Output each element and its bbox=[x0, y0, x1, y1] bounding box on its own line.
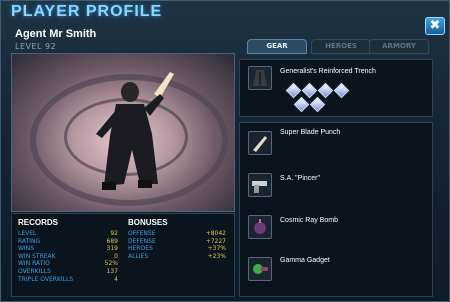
bonus-label: HEROES bbox=[128, 245, 153, 253]
bonus-row: OFFENSE +8042 bbox=[128, 230, 226, 238]
bonus-label: DEFENSE bbox=[128, 237, 156, 245]
record-row: WINS 319 bbox=[18, 245, 118, 253]
gadget-icon[interactable] bbox=[248, 257, 272, 281]
trench-coat-icon bbox=[248, 66, 272, 90]
tab-gear[interactable]: GEAR bbox=[247, 39, 307, 54]
gem-icon bbox=[301, 82, 318, 99]
record-label: WIN RATIO bbox=[18, 260, 50, 268]
bonus-value: +8042 bbox=[205, 230, 226, 237]
record-label: TRIPLE OVERKILLS bbox=[18, 275, 74, 283]
gear-item-name: Cosmic Ray Bomb bbox=[280, 217, 338, 224]
agent-figure bbox=[96, 72, 174, 190]
pistol-icon[interactable] bbox=[248, 173, 272, 197]
record-label: LEVEL bbox=[18, 230, 37, 237]
tab-armory[interactable]: ARMORY bbox=[369, 39, 429, 54]
agent-portrait bbox=[11, 53, 235, 212]
gear-list: Super Blade Punch S.A. "Pincer" Cosmic R… bbox=[239, 122, 433, 297]
record-row: WIN STREAK 0 bbox=[18, 253, 118, 261]
bonus-row: HEROES +37% bbox=[128, 245, 226, 253]
record-row: LEVEL 92 bbox=[18, 230, 118, 238]
record-label: OVERKILLS bbox=[18, 267, 51, 275]
record-value: 319 bbox=[106, 245, 118, 253]
record-value: 137 bbox=[106, 267, 118, 275]
bonuses-list: OFFENSE +8042 DEFENSE +7227 HEROES +37% ALL… bbox=[128, 230, 226, 260]
record-value: 4 bbox=[114, 275, 118, 283]
agent-level: LEVEL 92 bbox=[15, 42, 57, 51]
bonus-label: ALLIES bbox=[128, 252, 149, 260]
record-label: RATING bbox=[18, 237, 41, 245]
record-label: WIN STREAK bbox=[18, 252, 56, 260]
blade-icon[interactable] bbox=[248, 131, 272, 155]
record-row: OVERKILLS 137 bbox=[18, 268, 118, 276]
record-value: 689 bbox=[106, 237, 118, 245]
records-list: LEVEL 92 RATING 689 WINS 319 WIN STREAK 0 WI… bbox=[18, 230, 118, 283]
gem-icon bbox=[333, 82, 350, 99]
gear-item-name: Super Blade Punch bbox=[280, 129, 341, 136]
armor-name: Generalist's Reinforced Trench bbox=[280, 68, 376, 75]
bonus-row: ALLIES +23% bbox=[128, 253, 226, 261]
record-value: 92 bbox=[110, 230, 118, 237]
bonus-label: OFFENSE bbox=[128, 230, 156, 237]
bomb-icon[interactable] bbox=[248, 215, 272, 239]
stats-panel: RECORDS LEVEL 92 RATING 689 WINS 319 WIN ST… bbox=[11, 213, 235, 297]
gem-icon bbox=[309, 96, 326, 113]
profile-window: PLAYER PROFILE ✖ Agent Mr Smith LEVEL 92… bbox=[0, 0, 450, 302]
gem-icon bbox=[285, 82, 302, 99]
gem-icon bbox=[293, 96, 310, 113]
record-row: TRIPLE OVERKILLS 4 bbox=[18, 276, 118, 284]
tab-heroes[interactable]: HEROES bbox=[311, 39, 371, 54]
bonus-row: DEFENSE +7227 bbox=[128, 238, 226, 246]
page-title: PLAYER PROFILE bbox=[11, 3, 163, 20]
bonus-value: +37% bbox=[207, 245, 226, 253]
records-heading: RECORDS bbox=[18, 218, 59, 227]
gem-icon bbox=[317, 82, 334, 99]
bonus-value: +23% bbox=[207, 252, 226, 260]
record-value: 52% bbox=[104, 260, 118, 268]
record-row: RATING 689 bbox=[18, 238, 118, 246]
record-value: 0 bbox=[114, 252, 118, 260]
record-row: WIN RATIO 52% bbox=[18, 260, 118, 268]
gear-item-name: Gamma Gadget bbox=[280, 257, 330, 264]
gear-item-name: S.A. "Pincer" bbox=[280, 175, 320, 182]
bonuses-heading: BONUSES bbox=[128, 218, 168, 227]
bonus-value: +7227 bbox=[205, 237, 226, 245]
agent-name: Agent Mr Smith bbox=[15, 28, 97, 40]
armor-slot[interactable]: Generalist's Reinforced Trench bbox=[239, 59, 433, 117]
close-icon[interactable]: ✖ bbox=[425, 17, 445, 35]
record-label: WINS bbox=[18, 245, 34, 253]
